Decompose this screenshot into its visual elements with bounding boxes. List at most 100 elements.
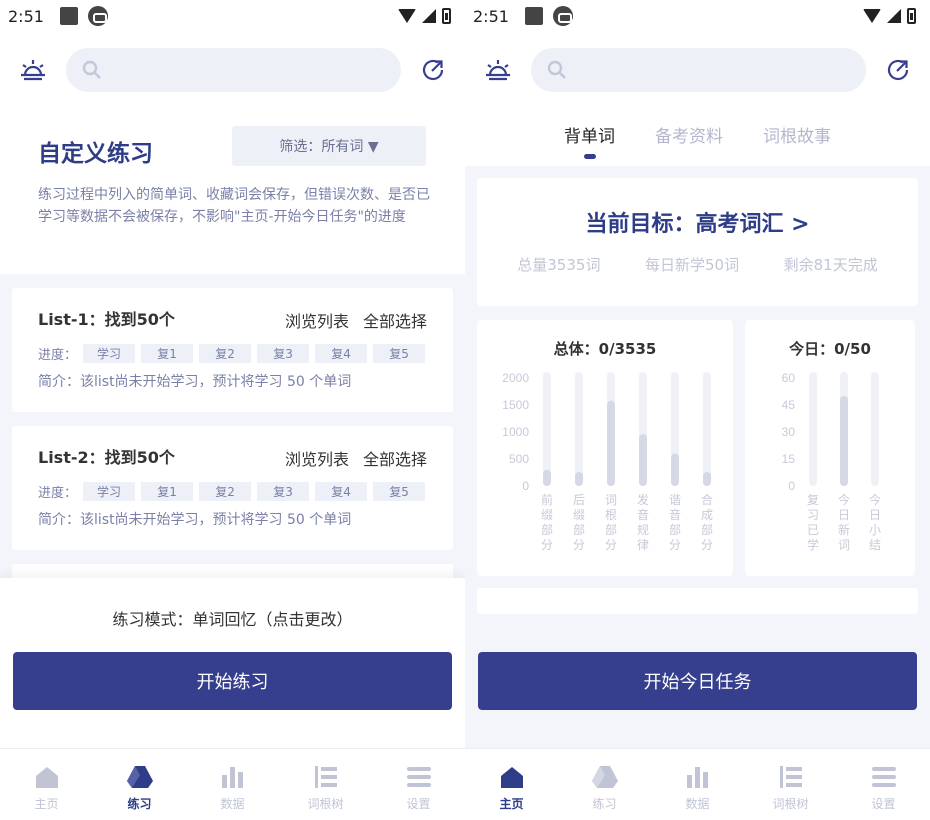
notification-icon	[60, 7, 78, 25]
nav-label: 设置	[871, 797, 896, 811]
progress-chip: 复2	[199, 344, 252, 363]
bottom-nav: 主页 练习 数据 词根树 设置	[465, 748, 930, 820]
start-today-task-button[interactable]: 开始今日任务	[478, 652, 917, 710]
app-header	[0, 32, 465, 108]
status-bar: 2:51	[465, 0, 930, 32]
practice-intro-card: 自定义练习 筛选：所有词 ▼ 练习过程中列入的简单词、收藏词会保存，但错误次数、…	[0, 108, 465, 274]
days-remaining-stat: 剩余81天完成	[783, 256, 878, 274]
search-icon	[82, 60, 101, 79]
x-tick-label: 今日新词	[838, 492, 850, 552]
y-tick-label: 15	[782, 452, 796, 466]
app-header	[465, 32, 930, 108]
status-bar: 2:51	[0, 0, 465, 32]
current-goal[interactable]: 当前目标：高考词汇 >	[477, 206, 918, 238]
goal-card[interactable]: 当前目标：高考词汇 > 总量3535词 每日新学50词 剩余81天完成	[477, 178, 918, 306]
list-intro: 简介：该list尚未开始学习，预计将学习 50 个单词	[38, 374, 352, 390]
data-icon	[221, 767, 243, 788]
nav-label: 主页	[34, 797, 59, 811]
practice-screen: 2:51 自定义练习 筛选：所有词 ▼ 练习过程中列入的简单词、收藏词会保存，但…	[0, 0, 465, 820]
nav-label: 数据	[685, 797, 710, 811]
tab-memorize[interactable]: 背单词	[564, 122, 615, 166]
sunrise-icon[interactable]	[18, 55, 48, 85]
wifi-icon	[863, 9, 881, 23]
nav-item-practice[interactable]: 练习	[93, 749, 186, 820]
sunrise-icon[interactable]	[483, 55, 513, 85]
practice-bottom-panel: 练习模式：单词回忆（点击更改） 开始练习	[0, 578, 465, 748]
nav-item-tree[interactable]: 词根树	[279, 749, 372, 820]
nav-item-data[interactable]: 数据	[651, 749, 744, 820]
progress-chip: 复1	[141, 482, 194, 501]
bar-track	[575, 372, 583, 486]
select-all-button[interactable]: 全部选择	[363, 308, 427, 332]
nav-label: 词根树	[772, 797, 809, 811]
settings-icon	[871, 767, 896, 787]
list-item[interactable]: List-2：找到50个 浏览列表 全部选择 进度： 学习 复1 复2 复3 复…	[12, 426, 453, 550]
progress-chip: 复5	[373, 482, 426, 501]
search-icon	[547, 60, 566, 79]
browse-list-button[interactable]: 浏览列表	[285, 446, 349, 470]
practice-icon	[591, 766, 618, 788]
progress-chip: 复3	[257, 344, 310, 363]
search-input[interactable]	[575, 61, 795, 79]
practice-icon	[126, 766, 153, 788]
progress-row: 进度： 学习 复1 复2 复3 复4 复5	[38, 482, 427, 501]
total-chart-card: 总体：0/3535 0 500 1000 1500 2000 前缀部分 后缀部分 词根部分 发音…	[477, 320, 733, 576]
nav-label: 练习	[127, 797, 152, 811]
bar-track	[871, 372, 879, 486]
progress-chip: 学习	[83, 482, 136, 501]
y-tick-label: 30	[782, 425, 796, 439]
home-icon	[35, 767, 58, 788]
status-time: 2:51	[473, 6, 509, 26]
bottom-nav: 主页 练习 数据 词根树 设置	[0, 748, 465, 820]
nav-item-settings[interactable]: 设置	[372, 749, 465, 820]
search-box[interactable]	[66, 48, 401, 92]
tab-materials[interactable]: 备考资料	[655, 122, 723, 166]
nav-item-home[interactable]: 主页	[465, 749, 558, 820]
x-tick-label: 谐音部分	[669, 493, 681, 552]
tree-icon	[779, 766, 802, 788]
progress-label: 进度：	[38, 348, 78, 363]
practice-mode-selector[interactable]: 练习模式：单词回忆（点击更改）	[0, 606, 465, 630]
x-tick-label: 词根部分	[605, 493, 617, 552]
list-intro: 简介：该list尚未开始学习，预计将学习 50 个单词	[38, 512, 352, 528]
filter-dropdown[interactable]: 筛选：所有词 ▼	[232, 126, 426, 166]
search-input[interactable]	[110, 61, 330, 79]
bar	[543, 469, 551, 486]
progress-chip: 复1	[141, 344, 194, 363]
y-tick-label: 2000	[502, 371, 529, 385]
refresh-icon[interactable]	[419, 56, 447, 84]
refresh-icon[interactable]	[884, 56, 912, 84]
battery-icon	[907, 8, 916, 24]
search-box[interactable]	[531, 48, 866, 92]
progress-label: 进度：	[38, 486, 78, 501]
nav-item-practice[interactable]: 练习	[558, 749, 651, 820]
nav-item-tree[interactable]: 词根树	[744, 749, 837, 820]
task-list-card	[477, 588, 918, 614]
tab-root-stories[interactable]: 词根故事	[763, 122, 831, 166]
nav-item-home[interactable]: 主页	[0, 749, 93, 820]
tree-icon	[314, 766, 337, 788]
y-tick-label: 45	[782, 398, 796, 412]
x-tick-label: 合成部分	[701, 492, 713, 552]
select-all-button[interactable]: 全部选择	[363, 446, 427, 470]
nav-item-data[interactable]: 数据	[186, 749, 279, 820]
y-tick-label: 60	[782, 371, 796, 385]
bar	[840, 396, 848, 486]
progress-chip: 复5	[373, 344, 426, 363]
y-tick-label: 0	[522, 479, 529, 493]
battery-icon	[442, 8, 451, 24]
today-chart-card: 今日：0/50 0 15 30 45 60 复习已学 今日新词 今日小结	[745, 320, 915, 576]
content-tabs: 背单词 备考资料 词根故事	[465, 108, 930, 166]
nav-item-settings[interactable]: 设置	[837, 749, 930, 820]
list-item[interactable]: List-1：找到50个 浏览列表 全部选择 进度： 学习 复1 复2 复3 复…	[12, 288, 453, 412]
progress-row: 进度： 学习 复1 复2 复3 复4 复5	[38, 344, 427, 363]
notification-icon	[525, 7, 543, 25]
x-tick-label: 今日小结	[869, 492, 881, 552]
start-practice-button[interactable]: 开始练习	[13, 652, 452, 710]
data-icon	[686, 767, 708, 788]
browse-list-button[interactable]: 浏览列表	[285, 308, 349, 332]
bar-track	[703, 372, 711, 486]
wifi-icon	[398, 9, 416, 23]
x-tick-label: 发音规律	[637, 492, 649, 552]
nav-label: 设置	[406, 797, 431, 811]
